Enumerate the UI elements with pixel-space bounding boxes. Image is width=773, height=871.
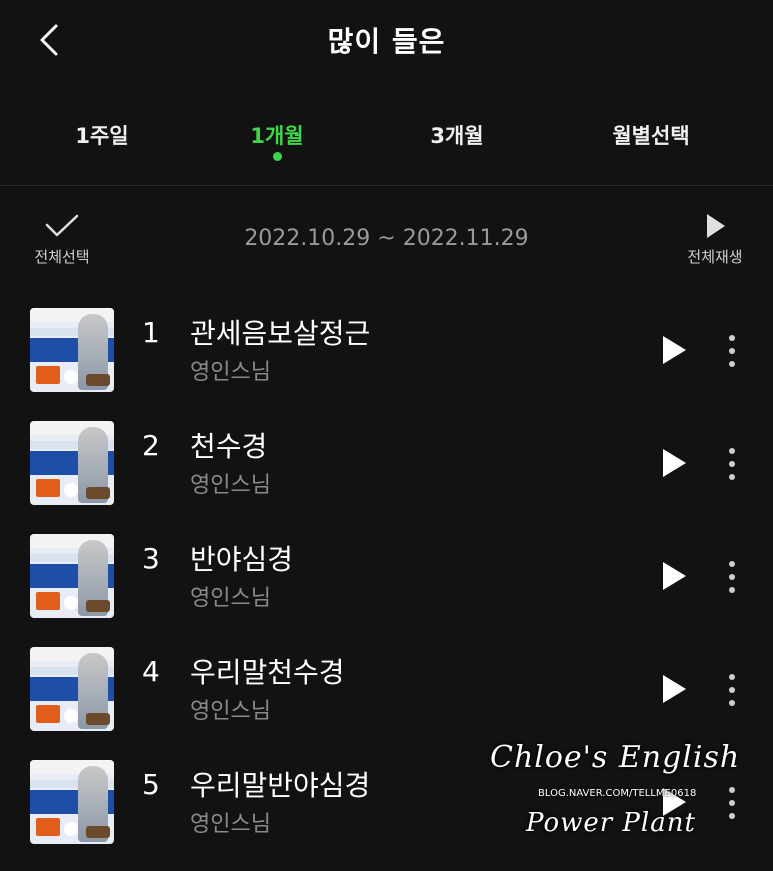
track-rank: 3 [142,542,160,575]
list-item[interactable]: 2 천수경 영인스님 [0,413,773,513]
play-all-button[interactable]: 전체재생 [675,212,755,267]
track-rank: 5 [142,768,160,801]
album-art [30,534,114,618]
date-range: 2022.10.29 ~ 2022.11.29 [244,226,529,251]
track-title: 관세음보살정근 [190,317,371,350]
album-art [30,421,114,505]
track-artist: 영인스님 [190,473,271,498]
track-title: 우리말천수경 [190,656,345,689]
play-icon[interactable] [660,673,688,705]
album-art [30,760,114,844]
divider [0,185,773,186]
album-art [30,647,114,731]
play-icon[interactable] [660,334,688,366]
track-title: 반야심경 [190,543,294,576]
tab-monthly-select[interactable]: 월별선택 [612,120,689,150]
list-item[interactable]: 3 반야심경 영인스님 [0,526,773,626]
album-art [30,308,114,392]
track-artist: 영인스님 [190,699,271,724]
watermark-url: BLOG.NAVER.COM/TELLME0618 [538,788,697,799]
track-artist: 영인스님 [190,586,271,611]
tab-1week[interactable]: 1주일 [75,120,128,150]
more-vertical-icon[interactable] [722,673,742,707]
play-all-label: 전체재생 [687,248,743,266]
tab-1month[interactable]: 1개월 [250,120,303,150]
page-title: 많이 들은 [327,25,446,58]
more-vertical-icon[interactable] [722,447,742,481]
tab-3months[interactable]: 3개월 [430,120,483,150]
play-icon[interactable] [660,560,688,592]
track-title: 우리말반야심경 [190,769,371,802]
play-icon[interactable] [660,447,688,479]
play-icon [707,214,725,238]
watermark-subtitle: Power Plant [526,808,696,838]
track-artist: 영인스님 [190,360,271,385]
active-tab-indicator [272,152,282,161]
watermark-title: Chloe's English [490,740,741,775]
track-rank: 2 [142,429,160,462]
watermark: Chloe's English BLOG.NAVER.COM/TELLME061… [490,740,760,850]
more-vertical-icon[interactable] [722,560,742,594]
track-rank: 4 [142,655,160,688]
track-artist: 영인스님 [190,812,271,837]
list-item[interactable]: 1 관세음보살정근 영인스님 [0,300,773,400]
list-item[interactable]: 4 우리말천수경 영인스님 [0,639,773,739]
more-vertical-icon[interactable] [722,334,742,368]
track-title: 천수경 [190,430,268,463]
header: 많이 들은 [0,0,773,82]
period-tabs: 1주일 1개월 3개월 월별선택 [0,110,773,170]
track-rank: 1 [142,316,160,349]
